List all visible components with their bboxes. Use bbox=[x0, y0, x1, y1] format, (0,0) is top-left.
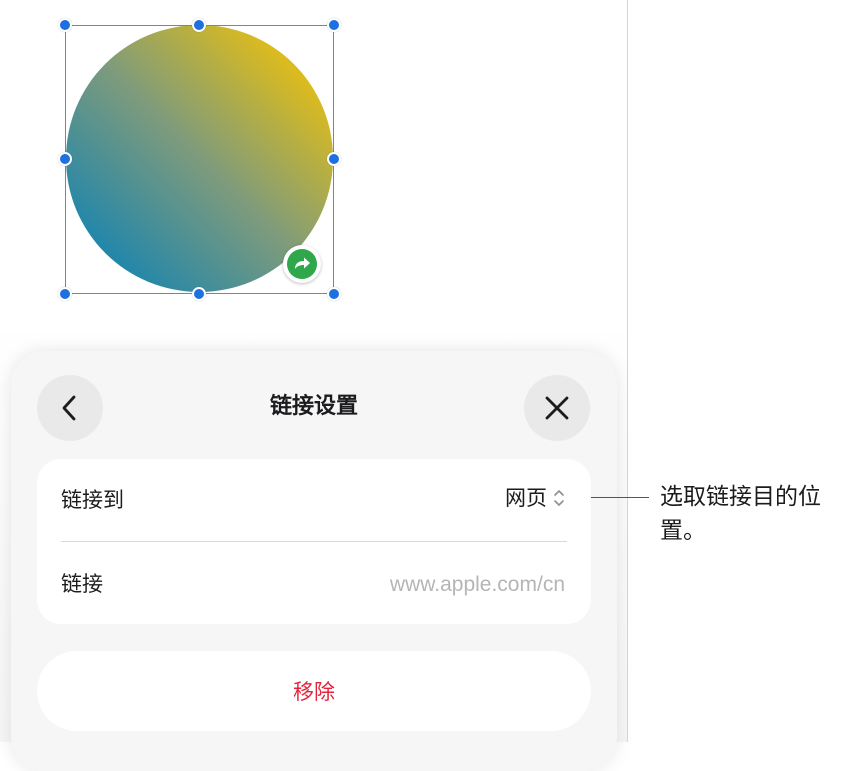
resize-handle-bottom-left[interactable] bbox=[58, 287, 72, 301]
link-badge[interactable] bbox=[283, 245, 321, 283]
close-button[interactable] bbox=[524, 375, 590, 441]
close-icon bbox=[545, 396, 569, 420]
link-settings-panel: 链接设置 链接到 网页 链接 移除 bbox=[11, 351, 617, 771]
link-label: 链接 bbox=[61, 572, 103, 596]
resize-handle-top-right[interactable] bbox=[327, 18, 341, 32]
callout-line bbox=[591, 497, 649, 498]
callout-text: 选取链接目的位置。 bbox=[660, 484, 821, 544]
resize-handle-bottom[interactable] bbox=[192, 287, 206, 301]
resize-handle-top[interactable] bbox=[192, 18, 206, 32]
link-to-value: 网页 bbox=[505, 486, 547, 510]
resize-handle-right[interactable] bbox=[327, 152, 341, 166]
remove-link-button[interactable]: 移除 bbox=[37, 651, 591, 731]
document-canvas: 链接设置 链接到 网页 链接 移除 bbox=[0, 0, 628, 771]
link-to-label: 链接到 bbox=[61, 488, 124, 512]
resize-handle-bottom-right[interactable] bbox=[327, 287, 341, 301]
row-divider bbox=[61, 541, 567, 542]
link-to-selector[interactable]: 网页 bbox=[505, 483, 565, 513]
resize-handle-left[interactable] bbox=[58, 152, 72, 166]
link-arrow-icon bbox=[287, 249, 317, 279]
up-down-chevron-icon bbox=[554, 490, 564, 506]
link-options-group: 链接到 网页 链接 bbox=[37, 459, 591, 624]
resize-handle-top-left[interactable] bbox=[58, 18, 72, 32]
link-url-input[interactable] bbox=[303, 569, 567, 601]
